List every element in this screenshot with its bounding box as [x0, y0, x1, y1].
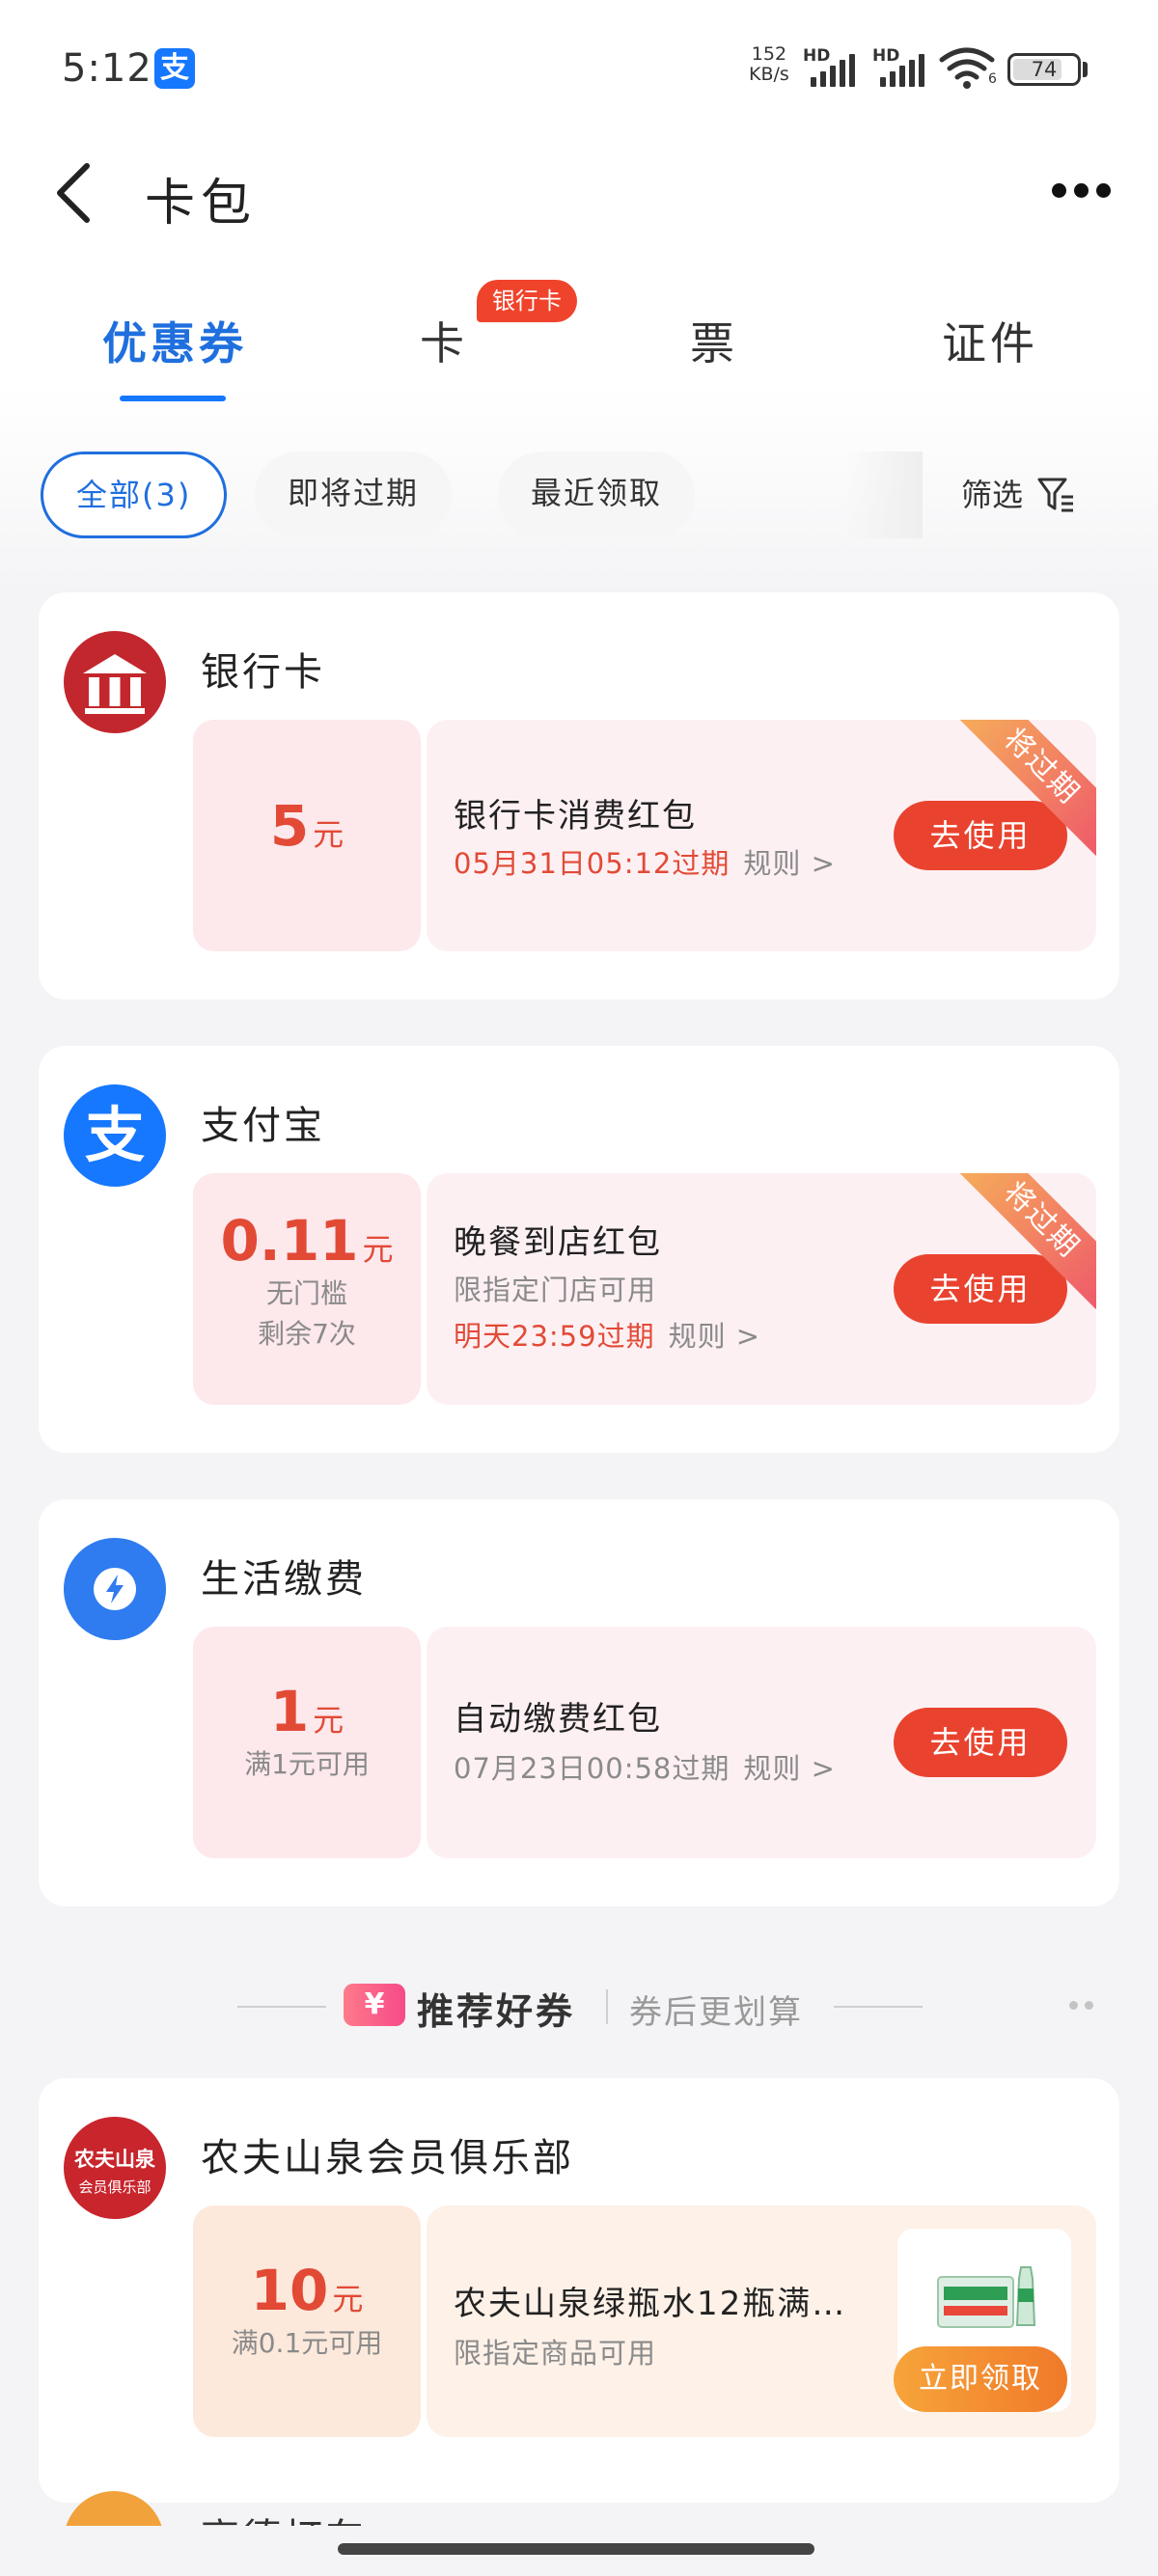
section-alipay: 支 支付宝 0.11 元 无门槛 剩余7次 晚餐到店红包 限指定门店可用 明天23… [39, 1046, 1119, 1453]
coupon-unit: 元 [313, 816, 345, 853]
page-title: 卡包 [145, 175, 258, 233]
back-arrow-icon [57, 163, 90, 223]
title-bar: 卡包 [0, 145, 1158, 241]
rule-link[interactable]: 规则 [743, 847, 801, 880]
coupon-detail: 银行卡消费红包 05月31日05:12过期 规则 > 去使用 将过期 [427, 720, 1096, 951]
more-dots-icon [1052, 183, 1066, 198]
brand-name: 生活缴费 [201, 1557, 367, 1602]
coupon-amount: 1 [269, 1679, 310, 1744]
tab-cards[interactable]: 卡 [405, 309, 482, 396]
signal-1-hd: HD [803, 46, 831, 66]
coupon-expire-row: 07月23日00:58过期 规则 > [454, 1746, 836, 1787]
tab-tickets[interactable]: 票 [676, 309, 753, 396]
coupon-amount: 0.11 [220, 1208, 359, 1274]
coupon-card[interactable]: 1元 满1元可用 自动缴费红包 07月23日00:58过期 规则 > 去使用 [193, 1627, 1096, 1858]
coupon-unit: 元 [362, 1231, 394, 1268]
coupon-amount: 10 [250, 2258, 329, 2323]
coupon-amount: 5 [269, 793, 310, 859]
coupon-expire: 明天23:59过期 [454, 1320, 655, 1353]
alipay-icon: 支 [64, 1084, 166, 1187]
net-speed-value: 152 [751, 43, 787, 65]
coupon-condition: 满1元可用 [244, 1748, 370, 1780]
recommend-title: 推荐好券 [417, 1990, 576, 2033]
active-tab-underline [120, 396, 226, 401]
coupon-title: 自动缴费红包 [454, 1700, 662, 1739]
bank-icon [64, 631, 166, 733]
recommend-more-icon[interactable] [1065, 1999, 1104, 2013]
coupon-detail: 晚餐到店红包 限指定门店可用 明天23:59过期 规则 > 去使用 将过期 [427, 1173, 1096, 1405]
coupon-title: 晚餐到店红包 [454, 1223, 662, 1262]
coupon-card[interactable]: 10 元 满0.1元可用 农夫山泉绿瓶水12瓶满… 限指定商品可用 立即领取 [193, 2206, 1096, 2437]
net-speed-unit: KB/s [749, 64, 789, 85]
brand-name: 农夫山泉会员俱乐部 [201, 2136, 574, 2180]
net-speed: 152 KB/s [749, 44, 789, 85]
chip-expiring[interactable]: 即将过期 [255, 452, 453, 538]
signal-2-hd: HD [872, 46, 900, 66]
home-indicator[interactable] [338, 2543, 814, 2555]
recommend-header: ¥ 推荐好券 券后更划算 [0, 1978, 1158, 2036]
coupon-remaining: 剩余7次 [258, 1318, 356, 1350]
recommend-subtitle: 券后更划算 [629, 1993, 803, 2032]
coupon-card[interactable]: 5元 银行卡消费红包 05月31日05:12过期 规则 > 去使用 将过期 [193, 720, 1096, 951]
coupon-amount-box: 0.11 元 无门槛 剩余7次 [193, 1173, 421, 1405]
section-nongfu-club: 农夫山泉 会员俱乐部 农夫山泉会员俱乐部 10 元 满0.1元可用 农夫山泉绿瓶水… [39, 2078, 1119, 2503]
coupon-title: 银行卡消费红包 [454, 797, 697, 836]
use-button[interactable]: 去使用 [894, 801, 1067, 870]
coupon-subtitle: 限指定商品可用 [454, 2337, 657, 2370]
nongfu-logo: 农夫山泉 会员俱乐部 [64, 2117, 166, 2219]
use-button[interactable]: 去使用 [894, 1254, 1067, 1324]
battery-level: 74 [1031, 58, 1058, 81]
status-time: 5:12 [62, 46, 152, 91]
claim-button[interactable]: 立即领取 [894, 2346, 1067, 2412]
use-button[interactable]: 去使用 [894, 1708, 1067, 1777]
chevron-right-icon: > [726, 1320, 761, 1353]
more-button[interactable] [1048, 172, 1116, 210]
tab-cards-badge: 银行卡 [477, 280, 577, 322]
coupon-ticket-icon: ¥ [344, 1984, 405, 2026]
brand-name: 银行卡 [201, 650, 325, 695]
filter-button[interactable]: 筛选 [961, 452, 1073, 538]
chevron-right-icon: > [801, 847, 836, 880]
coupon-condition: 满0.1元可用 [231, 2327, 383, 2359]
section-utilities: 生活缴费 1元 满1元可用 自动缴费红包 07月23日00:58过期 规则 > 去… [39, 1499, 1119, 1906]
wifi-icon: 6 [938, 46, 997, 93]
coupon-amount-box: 1元 满1元可用 [193, 1627, 421, 1858]
wifi-index: 6 [988, 71, 997, 87]
filter-funnel-icon [1037, 478, 1073, 512]
coupon-unit: 元 [313, 1702, 345, 1739]
coupon-card[interactable]: 0.11 元 无门槛 剩余7次 晚餐到店红包 限指定门店可用 明天23:59过期规… [193, 1173, 1096, 1405]
signal-1-icon: HD [803, 46, 859, 89]
alipay-status-icon: 支 [154, 48, 195, 89]
filter-bar: 全部(3) 即将过期 最近领取 筛选 [0, 452, 1158, 538]
rule-link[interactable]: 规则 [669, 1320, 727, 1353]
filter-label: 筛选 [961, 477, 1024, 513]
chip-recent[interactable]: 最近领取 [498, 452, 696, 538]
coupon-condition: 无门槛 [265, 1277, 347, 1309]
status-bar: 5:12 支 152 KB/s HD HD 6 74 [0, 0, 1158, 135]
chip-all[interactable]: 全部(3) [41, 452, 228, 538]
coupon-detail: 自动缴费红包 07月23日00:58过期 规则 > 去使用 [427, 1627, 1096, 1858]
coupon-expire: 05月31日05:12过期 [454, 847, 731, 880]
coupon-amount-box: 5元 [193, 720, 421, 951]
section-bank-card: 银行卡 5元 银行卡消费红包 05月31日05:12过期 规则 > 去使用 将过期 [39, 592, 1119, 1000]
brand-name: 支付宝 [201, 1104, 325, 1148]
coupon-unit: 元 [332, 2281, 364, 2317]
rule-link[interactable]: 规则 [743, 1752, 801, 1785]
coupon-detail: 农夫山泉绿瓶水12瓶满… 限指定商品可用 立即领取 [427, 2206, 1096, 2437]
tab-coupons[interactable]: 优惠券 [93, 309, 257, 396]
lightning-icon [64, 1538, 166, 1640]
back-button[interactable] [48, 154, 106, 232]
battery-icon: 74 [1007, 53, 1081, 86]
coupon-subtitle: 限指定门店可用 [454, 1274, 657, 1306]
chevron-right-icon: > [801, 1752, 836, 1785]
tab-bar: 优惠券 卡 银行卡 票 证件 [0, 280, 1158, 415]
tab-ids[interactable]: 证件 [932, 309, 1048, 396]
coupon-title: 农夫山泉绿瓶水12瓶满… [454, 2285, 847, 2323]
coupon-expire-row: 05月31日05:12过期 规则 > [454, 841, 836, 882]
coupon-amount-box: 10 元 满0.1元可用 [193, 2206, 421, 2437]
coupon-expire: 07月23日00:58过期 [454, 1752, 731, 1785]
coupon-expire-row: 明天23:59过期 规则 > [454, 1314, 760, 1355]
signal-2-icon: HD [872, 46, 928, 89]
